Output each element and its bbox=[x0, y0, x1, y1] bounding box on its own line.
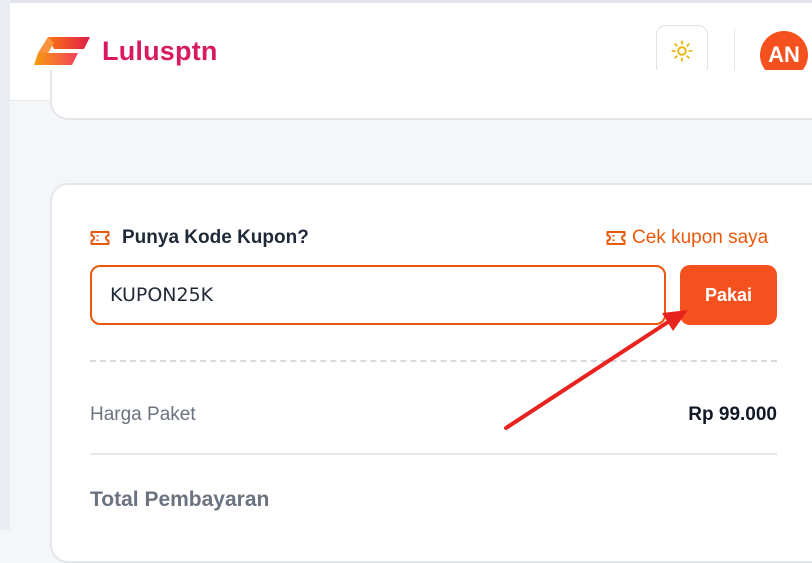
package-price-value: Rp 99.000 bbox=[688, 404, 777, 425]
previous-card bbox=[50, 70, 812, 120]
coupon-code-input[interactable] bbox=[90, 265, 666, 325]
ticket-icon bbox=[606, 231, 626, 245]
ticket-icon bbox=[90, 231, 110, 245]
left-gutter bbox=[0, 0, 10, 530]
check-coupon-link[interactable]: Cek kupon saya bbox=[606, 227, 768, 249]
apply-coupon-button[interactable]: Pakai bbox=[680, 265, 777, 325]
logo-mark-icon bbox=[34, 37, 90, 65]
avatar-initials: AN bbox=[768, 42, 800, 67]
total-payment-label: Total Pembayaran bbox=[90, 488, 270, 511]
summary-divider bbox=[90, 453, 777, 455]
brand-logo[interactable]: Lulusptn bbox=[34, 31, 218, 71]
brand-name: Lulusptn bbox=[102, 35, 218, 66]
coupon-title: Punya Kode Kupon? bbox=[122, 227, 309, 248]
sun-icon bbox=[671, 40, 693, 62]
dashed-divider bbox=[90, 360, 777, 362]
check-coupon-label: Cek kupon saya bbox=[632, 227, 769, 248]
payment-card: Punya Kode Kupon? Cek kupon saya Pakai H… bbox=[50, 183, 812, 563]
coupon-heading: Punya Kode Kupon? bbox=[90, 227, 309, 249]
package-price-label: Harga Paket bbox=[90, 404, 196, 425]
